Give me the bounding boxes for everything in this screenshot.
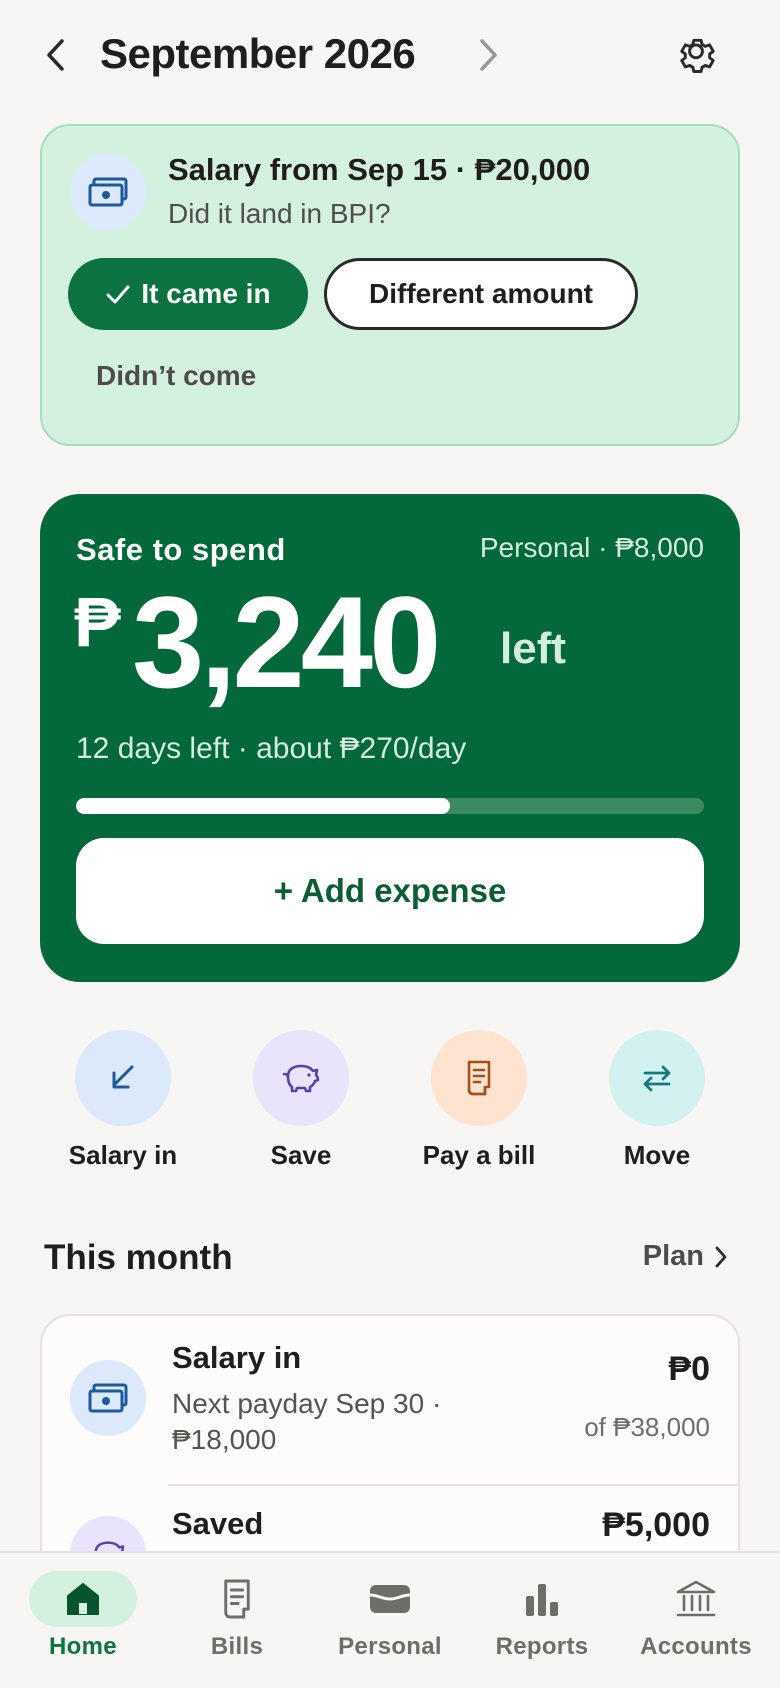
salary-in-row-subtitle: Next payday Sep 30 · ₱18,000	[172, 1388, 442, 1455]
nav-home-label: Home	[49, 1633, 117, 1660]
salary-confirmation-card: Salary from Sep 15 · ₱20,000 Did it land…	[40, 124, 740, 446]
salary-prompt-question: Did it land in BPI?	[168, 198, 391, 229]
piggy-bank-icon	[253, 1030, 349, 1126]
currency-symbol: ₱	[74, 583, 121, 661]
pay-a-bill-action[interactable]: Pay a bill	[404, 1030, 554, 1190]
bar-chart-icon	[488, 1571, 596, 1627]
budget-progress-fill	[76, 798, 450, 814]
move-action[interactable]: Move	[582, 1030, 732, 1190]
safe-to-spend-amount: 3,240	[132, 569, 441, 715]
chevron-right-icon	[480, 39, 497, 71]
receipt-icon	[183, 1571, 291, 1627]
nav-personal-label: Personal	[338, 1633, 442, 1660]
previous-month-button[interactable]	[36, 30, 76, 80]
page-title: September 2026	[100, 30, 416, 77]
plan-link-label: Plan	[642, 1240, 704, 1272]
budget-account-label: Personal · ₱8,000	[479, 532, 704, 563]
salary-in-row-target: of ₱38,000	[584, 1412, 710, 1442]
add-expense-button[interactable]: + Add expense	[76, 838, 704, 944]
salary-prompt-title: Salary from Sep 15 · ₱20,000	[168, 152, 591, 187]
saved-row-title: Saved	[172, 1506, 264, 1541]
it-came-in-label: It came in	[141, 278, 271, 309]
salary-in-action-label: Salary in	[68, 1140, 178, 1170]
this-month-heading: This month	[44, 1238, 233, 1277]
salary-in-row-amount: ₱0	[668, 1350, 710, 1388]
safe-to-spend-card: Safe to spend Personal · ₱8,000 ₱ 3,240 …	[40, 494, 740, 982]
amount-suffix: left	[500, 624, 566, 673]
next-month-button[interactable]	[468, 30, 508, 80]
salary-in-row-title: Salary in	[172, 1340, 302, 1375]
different-amount-button[interactable]: Different amount	[324, 258, 638, 330]
plan-link[interactable]: Plan	[643, 1240, 728, 1273]
safe-to-spend-label: Safe to spend	[76, 532, 286, 567]
save-action-label: Save	[270, 1140, 332, 1170]
bank-icon	[642, 1571, 750, 1627]
didnt-come-button[interactable]: Didn’t come	[96, 360, 256, 392]
it-came-in-button[interactable]: It came in	[68, 258, 308, 330]
nav-reports-label: Reports	[495, 1633, 589, 1660]
cash-icon	[70, 154, 146, 230]
row-divider	[168, 1484, 738, 1486]
nav-bills[interactable]: Bills	[159, 1571, 315, 1671]
nav-reports[interactable]: Reports	[464, 1571, 620, 1671]
saved-row-amount: ₱5,000	[602, 1506, 710, 1544]
nav-bills-label: Bills	[210, 1633, 264, 1660]
nav-home[interactable]: Home	[5, 1571, 161, 1671]
cash-icon	[70, 1360, 146, 1436]
save-action[interactable]: Save	[226, 1030, 376, 1190]
nav-accounts-label: Accounts	[640, 1633, 752, 1660]
home-icon	[29, 1571, 137, 1627]
settings-button[interactable]	[668, 30, 724, 80]
chevron-left-icon	[47, 39, 64, 71]
move-action-label: Move	[623, 1140, 691, 1170]
receipt-icon	[431, 1030, 527, 1126]
salary-in-action[interactable]: Salary in	[48, 1030, 198, 1190]
arrow-down-left-icon	[75, 1030, 171, 1126]
transfer-arrows-icon	[609, 1030, 705, 1126]
wallet-icon	[336, 1571, 444, 1627]
budget-progress-bar	[76, 798, 704, 814]
bottom-navigation: Home Bills Personal Reports Accounts	[0, 1551, 780, 1688]
nav-personal[interactable]: Personal	[312, 1571, 468, 1671]
gear-icon	[680, 38, 715, 73]
nav-accounts[interactable]: Accounts	[618, 1571, 774, 1671]
days-left-info: 12 days left · about ₱270/day	[76, 732, 467, 765]
pay-a-bill-action-label: Pay a bill	[422, 1140, 536, 1170]
checkmark-icon	[106, 285, 130, 304]
chevron-right-icon	[715, 1246, 727, 1267]
